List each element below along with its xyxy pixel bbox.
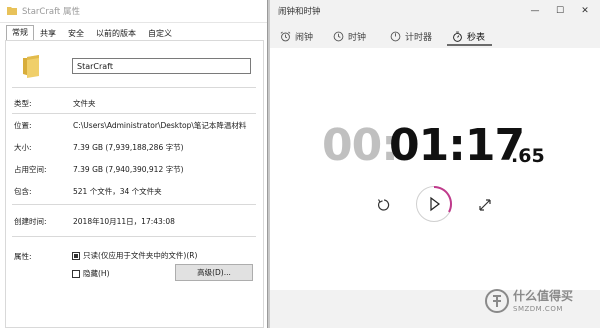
advanced-button[interactable]: 高级(D)... (175, 264, 253, 281)
size-value: 7.39 GB (7,939,188,286 字节) (73, 143, 184, 152)
expand-icon[interactable] (477, 197, 493, 213)
nav-alarm[interactable]: 闹钟 (280, 28, 313, 44)
clock-nav: 闹钟 时钟 计时器 秒表 (270, 22, 600, 48)
alarm-icon (280, 31, 291, 41)
hidden-checkbox[interactable] (72, 270, 80, 278)
watermark-url: SMZDM.COM (513, 305, 563, 313)
close-icon[interactable]: ✕ (578, 4, 592, 18)
nav-stopwatch[interactable]: 秒表 (452, 28, 485, 44)
properties-titlebar: StarCraft 属性 (0, 0, 267, 23)
nav-world-clock-label: 时钟 (348, 32, 367, 43)
folder-icon (23, 55, 39, 78)
type-label: 类型: (14, 99, 32, 108)
clock-title: 闹钟和时钟 (278, 7, 321, 17)
divider (12, 113, 256, 114)
watermark-logo-icon (485, 289, 509, 313)
readonly-label: 只读(仅应用于文件夹中的文件)(R) (83, 251, 198, 260)
timer-icon (390, 31, 401, 41)
general-tab-panel: StarCraft 类型: 文件夹 位置: C:\Users\Administr… (5, 40, 264, 328)
stopwatch-icon (453, 31, 462, 42)
contains-value: 521 个文件，34 个文件夹 (73, 187, 162, 196)
active-tab-indicator (447, 44, 492, 46)
clock-icon (333, 31, 344, 41)
play-icon (430, 196, 440, 212)
divider (12, 87, 256, 88)
location-label: 位置: (14, 121, 32, 130)
stopwatch-hundredths: .65 (511, 145, 545, 167)
nav-timer[interactable]: 计时器 (390, 28, 432, 44)
properties-title: StarCraft 属性 (22, 7, 80, 17)
stopwatch-hours: 00: (322, 120, 399, 171)
folder-name-input[interactable]: StarCraft (72, 58, 251, 74)
location-value: C:\Users\Administrator\Desktop\笔记本降温材料 (73, 121, 247, 130)
contains-label: 包含: (14, 187, 32, 196)
nav-alarm-label: 闹钟 (295, 32, 314, 43)
hidden-label: 隐藏(H) (83, 269, 110, 278)
divider (12, 236, 256, 237)
folder-small-icon (7, 7, 17, 15)
created-label: 创建时间: (14, 217, 47, 226)
properties-tabs: 常规 共享 安全 以前的版本 自定义 (6, 25, 178, 42)
attributes-label: 属性: (14, 252, 32, 261)
divider (12, 204, 256, 205)
created-value: 2018年10月11日，17:43:08 (73, 217, 175, 226)
size-label: 大小: (14, 143, 32, 152)
readonly-checkbox[interactable] (72, 252, 80, 260)
stopwatch-minutes-seconds: 01:17 (389, 120, 525, 171)
minimize-icon[interactable]: — (528, 4, 542, 18)
clock-window: 闹钟和时钟 — ☐ ✕ 闹钟 时钟 计时器 秒表 00: 01:17 .65 什… (270, 0, 600, 328)
nav-stopwatch-label: 秒表 (467, 32, 486, 43)
type-value: 文件夹 (73, 99, 96, 108)
maximize-icon[interactable]: ☐ (553, 4, 567, 18)
clock-titlebar: 闹钟和时钟 — ☐ ✕ (270, 0, 600, 22)
play-button[interactable] (416, 186, 452, 222)
nav-timer-label: 计时器 (405, 32, 433, 43)
stopwatch-display: 00: 01:17 .65 (322, 120, 592, 180)
size-on-disk-label: 占用空间: (14, 165, 47, 174)
watermark-text: 什么值得买 (513, 289, 574, 303)
size-on-disk-value: 7.39 GB (7,940,390,912 字节) (73, 165, 184, 174)
properties-window: StarCraft 属性 常规 共享 安全 以前的版本 自定义 StarCraf… (0, 0, 268, 328)
watermark: 什么值得买 SMZDM.COM (485, 283, 600, 325)
nav-world-clock[interactable]: 时钟 (333, 28, 366, 44)
reset-icon[interactable] (376, 197, 392, 213)
